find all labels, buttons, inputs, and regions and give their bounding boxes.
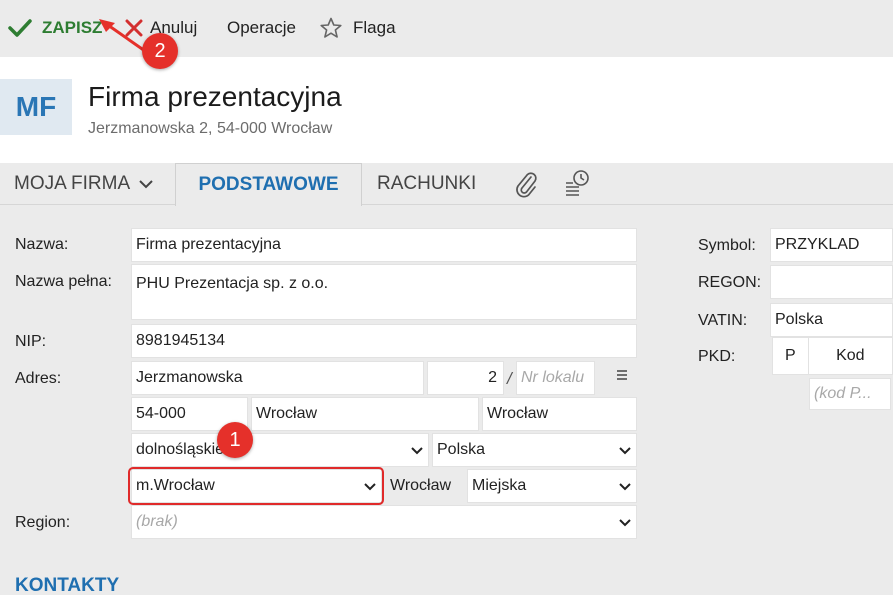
street-value: Jerzmanowska bbox=[136, 369, 243, 386]
pkd-code-placeholder: (kod P... bbox=[814, 385, 872, 402]
tab-moja-firma-label: MOJA FIRMA bbox=[14, 173, 131, 194]
vatin-value: Polska bbox=[775, 311, 824, 328]
commune-value: Wrocław bbox=[390, 477, 452, 494]
pkd-code-input[interactable]: (kod P... bbox=[809, 378, 891, 410]
city-value: Wrocław bbox=[256, 405, 318, 422]
region-label: Region: bbox=[15, 514, 71, 531]
regon-label: REGON: bbox=[698, 274, 762, 291]
flag-label: Flaga bbox=[353, 18, 396, 37]
record-header: MF Firma prezentacyjna Jerzmanowska 2, 5… bbox=[0, 57, 893, 163]
adres-label: Adres: bbox=[15, 370, 62, 387]
step-1-badge: 1 bbox=[217, 422, 253, 458]
pkd-label: PKD: bbox=[698, 348, 736, 365]
paperclip-icon bbox=[516, 172, 537, 198]
apartment-number-input[interactable]: Nr lokalu bbox=[516, 361, 595, 395]
tab-moja-firma[interactable]: MOJA FIRMA bbox=[14, 163, 154, 205]
save-label: ZAPISZ bbox=[42, 18, 103, 37]
voivodeship-select[interactable]: dolnośląskie bbox=[131, 433, 429, 467]
nazwa-pelna-textarea[interactable]: PHU Prezentacja sp. z o.o. bbox=[131, 264, 637, 320]
county-highlight-box bbox=[128, 467, 384, 505]
chevron-down-icon bbox=[411, 446, 423, 454]
vatin-label: VATIN: bbox=[698, 312, 748, 329]
city-input[interactable]: Wrocław bbox=[251, 397, 479, 431]
tab-podstawowe-label: PODSTAWOWE bbox=[198, 174, 339, 195]
history-icon bbox=[566, 170, 589, 196]
check-icon bbox=[8, 19, 32, 37]
save-button[interactable]: ZAPISZ bbox=[8, 14, 102, 42]
operations-label: Operacje bbox=[227, 18, 296, 37]
commune-type-value: Miejska bbox=[472, 477, 527, 494]
tab-rachunki[interactable]: RACHUNKI bbox=[377, 163, 476, 205]
tab-podstawowe[interactable]: PODSTAWOWE bbox=[175, 163, 362, 206]
nazwa-value: Firma prezentacyjna bbox=[136, 236, 281, 253]
pkd-column-kod[interactable]: Kod bbox=[809, 338, 892, 374]
nip-input[interactable]: 8981945134 bbox=[131, 324, 637, 358]
street-input[interactable]: Jerzmanowska bbox=[131, 361, 424, 395]
tab-bar: MOJA FIRMA PODSTAWOWE RACHUNKI bbox=[0, 163, 893, 206]
building-number-input[interactable]: 2 bbox=[427, 361, 504, 395]
nip-label: NIP: bbox=[15, 333, 47, 350]
tab-attachments[interactable] bbox=[513, 169, 539, 199]
symbol-label: Symbol: bbox=[698, 237, 756, 254]
post-office-input[interactable]: Wrocław bbox=[482, 397, 637, 431]
step-2-badge: 2 bbox=[142, 33, 178, 69]
pkd-column-p[interactable]: P bbox=[773, 338, 809, 374]
star-icon bbox=[320, 17, 342, 38]
building-number-value: 2 bbox=[488, 369, 497, 386]
address-separator: / bbox=[507, 369, 512, 388]
symbol-input[interactable]: PRZYKLAD bbox=[770, 228, 893, 262]
operations-menu-button[interactable]: Operacje bbox=[227, 14, 296, 42]
flag-button[interactable]: Flaga bbox=[319, 14, 396, 42]
tab-rachunki-label: RACHUNKI bbox=[377, 173, 477, 194]
pkd-table-header: P Kod bbox=[772, 337, 893, 375]
commune-type-select[interactable]: Miejska bbox=[467, 469, 637, 503]
chevron-down-icon bbox=[619, 518, 631, 526]
region-select[interactable]: (brak) bbox=[131, 505, 637, 539]
section-kontakty: KONTAKTY bbox=[15, 575, 120, 595]
chevron-down-icon bbox=[619, 482, 631, 490]
symbol-value: PRZYKLAD bbox=[775, 236, 860, 253]
nazwa-pelna-value: PHU Prezentacja sp. z o.o. bbox=[136, 275, 329, 292]
nazwa-pelna-label: Nazwa pełna: bbox=[15, 273, 112, 290]
regon-input[interactable] bbox=[770, 265, 893, 299]
region-placeholder: (brak) bbox=[136, 513, 178, 530]
avatar: MF bbox=[0, 79, 72, 135]
nazwa-input[interactable]: Firma prezentacyjna bbox=[131, 228, 637, 262]
company-address: Jerzmanowska 2, 54-000 Wrocław bbox=[88, 120, 333, 137]
nazwa-label: Nazwa: bbox=[15, 236, 69, 253]
menu-icon bbox=[617, 370, 627, 380]
nip-value: 8981945134 bbox=[136, 332, 225, 349]
vatin-input[interactable]: Polska bbox=[770, 303, 893, 337]
page-title: Firma prezentacyjna bbox=[88, 81, 342, 112]
country-select[interactable]: Polska bbox=[432, 433, 637, 467]
postal-code-value: 54-000 bbox=[136, 405, 186, 422]
post-office-value: Wrocław bbox=[487, 405, 549, 422]
address-menu-button[interactable] bbox=[616, 368, 628, 386]
apartment-number-placeholder: Nr lokalu bbox=[521, 369, 585, 386]
chevron-down-icon bbox=[139, 180, 153, 189]
voivodeship-value: dolnośląskie bbox=[136, 441, 225, 458]
chevron-down-icon bbox=[619, 446, 631, 454]
tab-history[interactable] bbox=[563, 168, 591, 200]
country-value: Polska bbox=[437, 441, 486, 458]
